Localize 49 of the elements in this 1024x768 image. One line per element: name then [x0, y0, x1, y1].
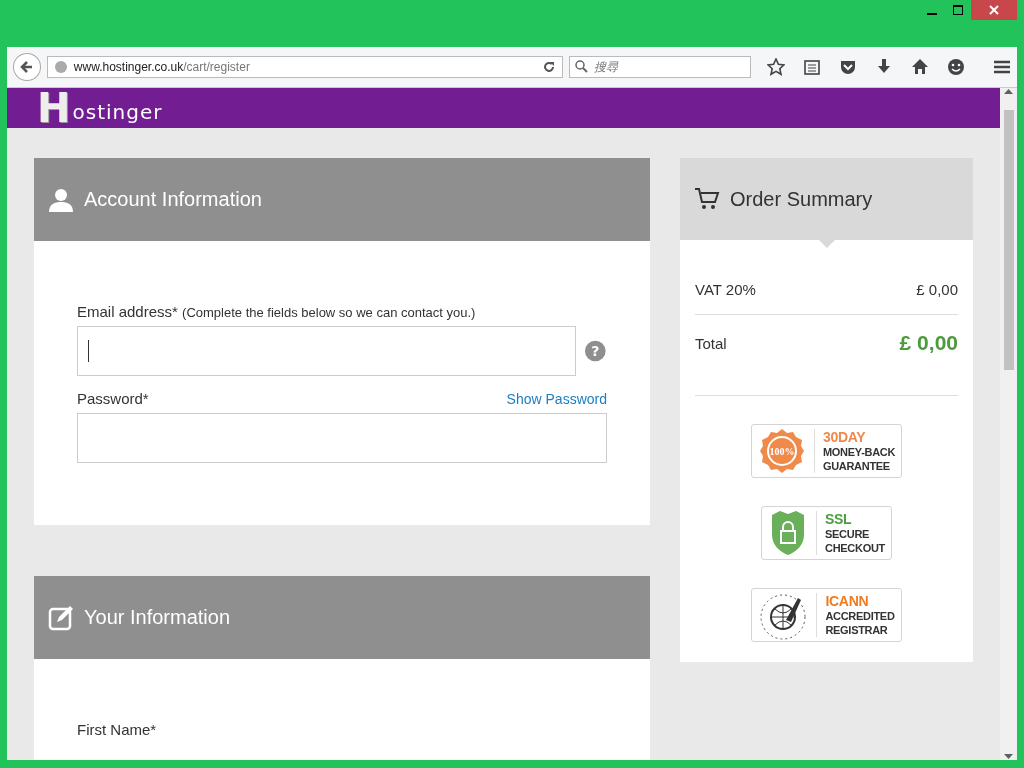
edit-icon: [48, 604, 74, 631]
close-icon: [989, 5, 999, 15]
search-icon: [575, 60, 588, 73]
menu-icon[interactable]: [993, 58, 1011, 76]
badge-text: ICANN: [825, 593, 870, 609]
summary-title: Order Summary: [730, 187, 873, 211]
search-field[interactable]: 搜尋: [569, 56, 751, 78]
first-name-label: First Name*: [77, 721, 158, 738]
back-button[interactable]: [13, 53, 41, 81]
badge-text: ACCREDITED: [825, 609, 895, 623]
password-field[interactable]: [77, 413, 607, 463]
back-arrow-icon: [19, 60, 34, 74]
reading-list-icon[interactable]: [803, 58, 821, 76]
cart-icon: [694, 187, 720, 211]
email-label: Email address* (Complete the fields below so we can contact you.): [77, 303, 477, 320]
seal-text: 100%: [769, 446, 795, 457]
scroll-down-icon[interactable]: [1004, 754, 1013, 760]
minimize-icon: [927, 13, 937, 15]
reload-icon[interactable]: [542, 60, 556, 74]
user-icon: [48, 186, 74, 213]
scroll-thumb[interactable]: [1003, 110, 1014, 370]
badge-text: MONEY-BACK: [822, 445, 896, 459]
badge-text: 30DAY: [822, 429, 867, 445]
password-label: Password*: [77, 390, 149, 407]
globe-icon: [53, 60, 68, 74]
summary-label: Total: [695, 334, 727, 352]
help-mark: ?: [591, 342, 600, 359]
home-icon[interactable]: [911, 58, 929, 76]
smiley-icon[interactable]: [947, 58, 965, 76]
pocket-icon[interactable]: [839, 58, 857, 76]
address-bar[interactable]: www.hostinger.co.uk/cart/register: [46, 56, 563, 78]
badge-text: SSL: [825, 511, 853, 527]
badge-text: CHECKOUT: [825, 541, 885, 555]
hostinger-logo[interactable]: H ostinger: [37, 88, 163, 128]
badge-text: SECURE: [825, 527, 871, 541]
show-password-link[interactable]: Show Password: [506, 391, 607, 407]
url-text: www.hostinger.co.uk/cart/register: [73, 60, 251, 74]
badge-text: GUARANTEE: [822, 459, 891, 473]
scrollbar[interactable]: [1000, 88, 1017, 760]
badge-text: REGISTRAR: [825, 623, 889, 637]
summary-value: £ 0,00: [899, 331, 958, 355]
section-title: Your Information: [84, 606, 230, 629]
maximize-icon: [953, 5, 963, 15]
summary-label: VAT 20%: [695, 280, 756, 298]
close-button[interactable]: [971, 0, 1017, 20]
section-title: Account Information: [84, 188, 262, 211]
email-field[interactable]: [77, 326, 577, 376]
summary-value: £ 0,00: [916, 280, 958, 298]
star-icon[interactable]: [767, 58, 785, 76]
